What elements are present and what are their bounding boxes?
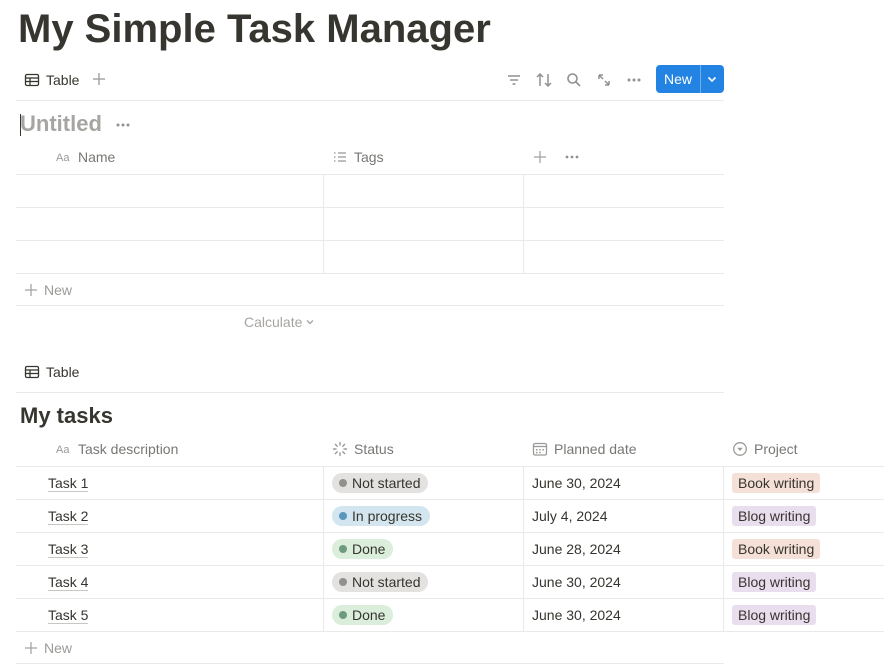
chevron-down-icon[interactable]: [705, 71, 719, 87]
table-row[interactable]: [16, 208, 724, 240]
project-tag[interactable]: Blog writing: [732, 605, 817, 625]
status-label: In progress: [352, 508, 423, 524]
add-row-button[interactable]: New: [24, 640, 72, 656]
status-label: Not started: [352, 475, 421, 491]
planned-date[interactable]: June 30, 2024: [532, 607, 621, 623]
project-tag[interactable]: Book writing: [732, 539, 821, 559]
planned-date[interactable]: June 28, 2024: [532, 541, 621, 557]
chevron-down-icon: [306, 320, 314, 325]
status-badge[interactable]: Not started: [332, 572, 429, 592]
column-header-project[interactable]: Project: [732, 433, 798, 465]
status-label: Done: [352, 607, 386, 623]
calculate-button[interactable]: Calculate: [244, 314, 315, 330]
tab-label: Table: [46, 72, 80, 88]
header-more-icon[interactable]: [563, 150, 581, 164]
database-title-untitled[interactable]: Untitled: [20, 111, 102, 137]
project-tag[interactable]: Blog writing: [732, 506, 817, 526]
project-tag[interactable]: Book writing: [732, 473, 821, 493]
add-row-button[interactable]: New: [24, 282, 72, 298]
column-header-name[interactable]: Aa Name: [56, 141, 115, 173]
sort-icon[interactable]: [535, 71, 553, 89]
text-property-icon: Aa: [56, 152, 70, 164]
new-button[interactable]: New: [656, 65, 724, 93]
column-header-tags[interactable]: Tags: [332, 141, 384, 173]
plus-icon: [25, 642, 37, 654]
plus-icon: [25, 284, 37, 296]
database-title-my-tasks[interactable]: My tasks: [20, 403, 113, 429]
table-icon: [24, 365, 40, 379]
svg-text:Aa: Aa: [56, 152, 70, 164]
project-tag[interactable]: Blog writing: [732, 572, 817, 592]
column-label: Status: [354, 441, 394, 457]
search-icon[interactable]: [565, 71, 583, 89]
column-label: Task description: [78, 441, 179, 457]
status-dot: [339, 578, 347, 586]
add-row-label: New: [44, 282, 73, 298]
column-label: Planned date: [554, 441, 637, 457]
add-row-label: New: [44, 640, 73, 656]
tab-label: Table: [46, 364, 80, 380]
status-dot: [339, 479, 347, 487]
more-options-icon[interactable]: [625, 71, 643, 89]
column-label: Name: [78, 149, 116, 165]
status-dot: [339, 545, 347, 553]
select-icon: [733, 442, 747, 456]
planned-date[interactable]: July 4, 2024: [532, 508, 608, 524]
planned-date[interactable]: June 30, 2024: [532, 475, 621, 491]
tab-table-view-2[interactable]: Table: [24, 358, 79, 386]
column-header-task-description[interactable]: Aa Task description: [56, 433, 178, 465]
row-divider: [16, 305, 724, 306]
status-badge[interactable]: In progress: [332, 506, 431, 526]
svg-text:Aa: Aa: [56, 444, 70, 456]
status-icon: [332, 441, 348, 457]
task-title[interactable]: Task 5: [48, 607, 89, 624]
task-title[interactable]: Task 4: [48, 574, 89, 591]
column-label: Project: [754, 441, 798, 457]
list-icon: [334, 152, 346, 162]
add-property-icon[interactable]: [532, 149, 548, 165]
view-bar-1: Table New: [16, 65, 724, 101]
text-property-icon: Aa: [56, 444, 70, 456]
row-divider: [16, 631, 884, 632]
status-dot: [339, 611, 347, 619]
table-row[interactable]: [16, 175, 724, 207]
calendar-icon: [532, 442, 548, 456]
filter-icon[interactable]: [505, 71, 523, 89]
status-badge[interactable]: Done: [332, 605, 394, 625]
row-divider: [16, 663, 724, 664]
button-divider: [700, 65, 701, 93]
status-badge[interactable]: Done: [332, 539, 394, 559]
table-row[interactable]: [16, 241, 724, 273]
calculate-label: Calculate: [244, 314, 303, 330]
task-title[interactable]: Task 1: [48, 475, 89, 492]
tab-table-view-1[interactable]: Table: [24, 66, 79, 94]
database-more-icon[interactable]: [114, 118, 132, 132]
status-label: Done: [352, 541, 386, 557]
column-header-planned-date[interactable]: Planned date: [532, 433, 637, 465]
column-label: Tags: [354, 149, 384, 165]
task-title[interactable]: Task 3: [48, 541, 89, 558]
column-header-status[interactable]: Status: [332, 433, 394, 465]
row-divider: [16, 273, 724, 274]
view-bar-2: Table: [16, 358, 724, 393]
new-button-label: New: [664, 71, 693, 87]
task-title[interactable]: Task 2: [48, 508, 89, 525]
planned-date[interactable]: June 30, 2024: [532, 574, 621, 590]
page-title: My Simple Task Manager: [18, 7, 491, 51]
status-dot: [339, 512, 347, 520]
add-view-icon[interactable]: [90, 70, 108, 88]
expand-icon[interactable]: [595, 71, 613, 89]
status-label: Not started: [352, 574, 421, 590]
table-icon: [24, 73, 40, 87]
status-badge[interactable]: Not started: [332, 473, 429, 493]
